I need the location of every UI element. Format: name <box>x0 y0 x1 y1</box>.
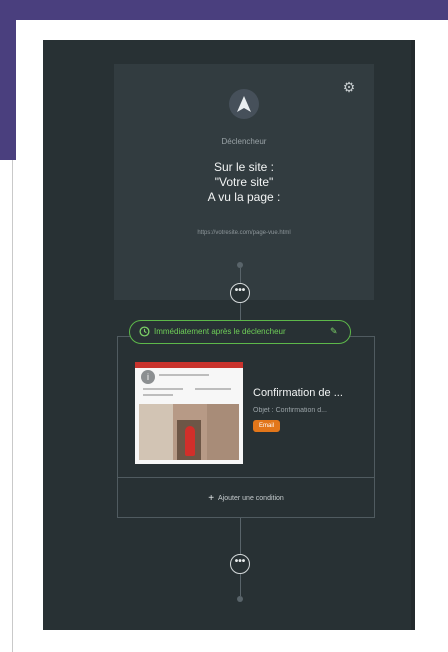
email-title: Confirmation de ... <box>253 387 343 399</box>
connector-line <box>240 268 241 284</box>
side-band <box>0 0 16 160</box>
email-type-badge: Email <box>253 420 281 432</box>
more-options-button-bottom[interactable]: ••• <box>230 554 250 574</box>
header-band <box>0 0 448 20</box>
email-preview-thumbnail[interactable]: i <box>135 362 243 464</box>
plus-icon: + <box>208 493 215 504</box>
add-condition-button[interactable]: + Ajouter une condition <box>117 493 375 504</box>
navigation-arrow-icon <box>229 89 259 119</box>
thumbnail-text-line <box>143 388 183 390</box>
connector-line <box>240 574 241 596</box>
info-icon: i <box>141 370 155 384</box>
more-options-button[interactable]: ••• <box>230 283 250 303</box>
pencil-icon[interactable]: ✎ <box>330 326 338 337</box>
trigger-label: Déclencheur <box>221 137 267 146</box>
timing-label: Immédiatement après le déclencheur <box>154 327 286 336</box>
gear-icon[interactable]: ⚙ <box>342 80 356 94</box>
add-condition-label: Ajouter une condition <box>218 495 284 502</box>
thumbnail-text-line <box>143 394 173 396</box>
timing-pill[interactable]: Immédiatement après le déclencheur ✎ <box>129 320 351 344</box>
trigger-url: https://votresite.com/page-vue.html <box>197 230 291 236</box>
thumbnail-header-bar <box>135 362 243 368</box>
page-left-rule <box>12 160 13 652</box>
canvas-scrollbar[interactable] <box>411 40 415 630</box>
step-divider <box>117 477 375 478</box>
thumbnail-photo <box>139 404 239 460</box>
email-subject: Objet : Confirmation d... <box>253 407 327 414</box>
connector-line <box>240 518 241 554</box>
trigger-site-name: "Votre site" <box>214 175 274 189</box>
trigger-page-line: A vu la page : <box>207 190 281 204</box>
connector-knob-bottom <box>237 596 243 602</box>
history-clock-icon <box>139 326 150 337</box>
trigger-site-line: Sur le site : <box>213 160 275 174</box>
thumbnail-text-line <box>195 388 231 390</box>
thumbnail-text-line <box>159 374 209 376</box>
